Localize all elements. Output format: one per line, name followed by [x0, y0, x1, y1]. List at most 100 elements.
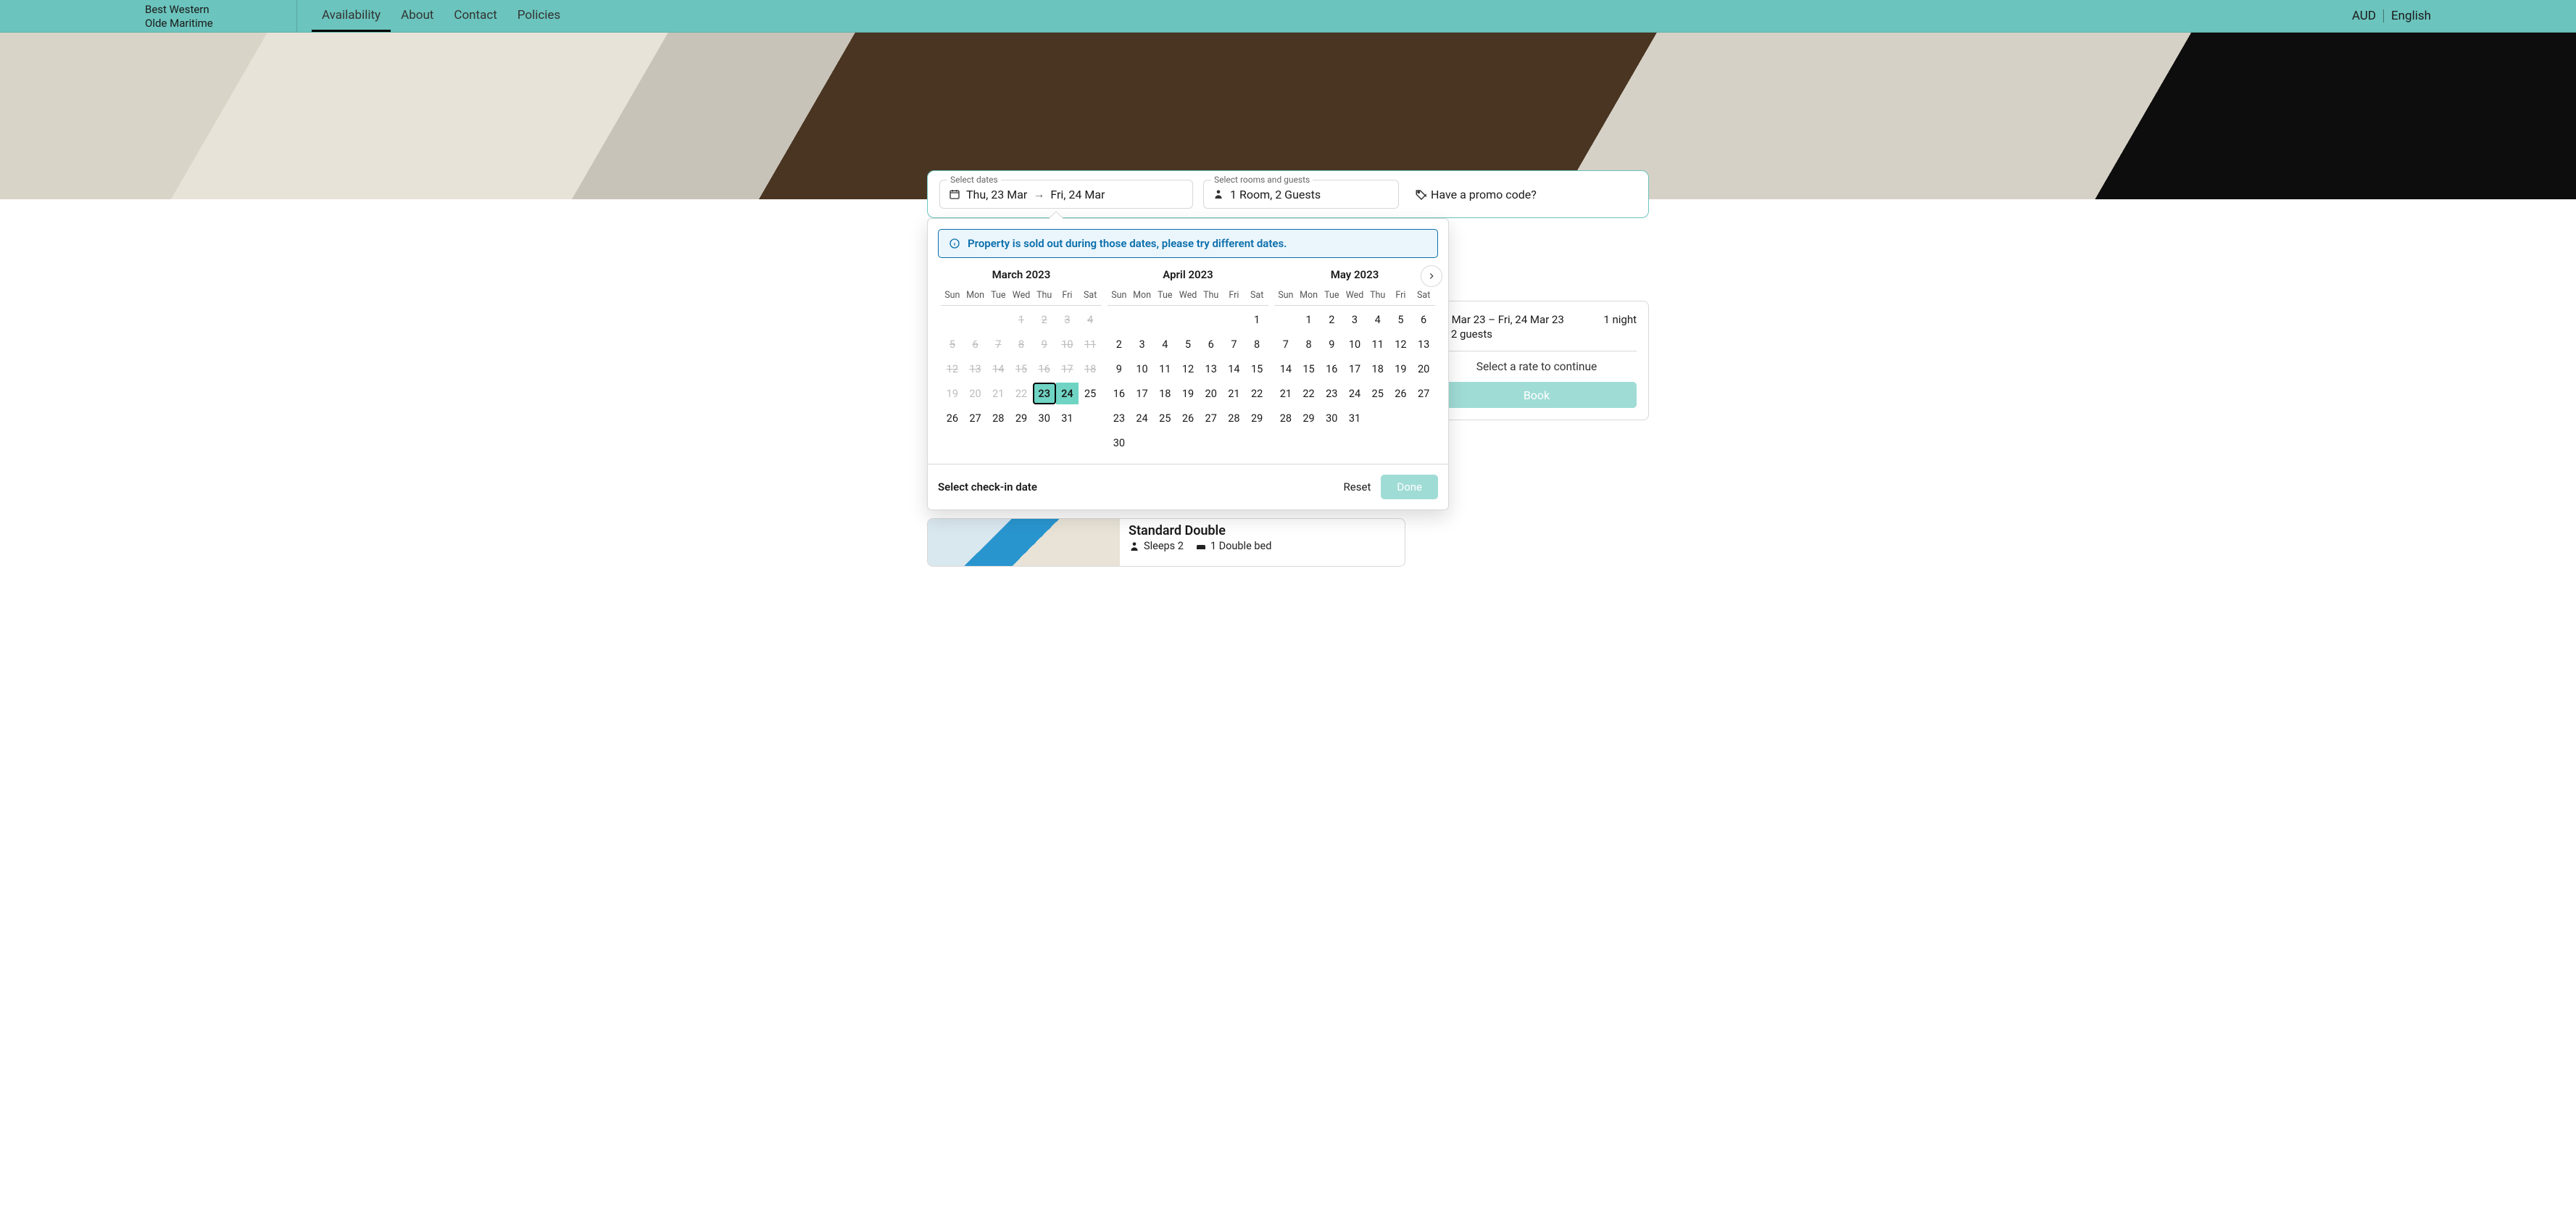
promo-link[interactable]: Have a promo code?	[1415, 188, 1537, 201]
day-14[interactable]: 14	[1274, 358, 1297, 380]
room-card[interactable]: Standard Double Sleeps 2 1 Double bed	[927, 518, 1405, 567]
day-28[interactable]: 28	[1223, 407, 1246, 429]
day-17[interactable]: 17	[1343, 358, 1366, 380]
day-25[interactable]: 25	[1079, 383, 1102, 404]
dow-label: Sun	[1108, 290, 1131, 301]
day-16[interactable]: 16	[1320, 358, 1343, 380]
day-19[interactable]: 19	[941, 383, 964, 404]
day-5: 5	[941, 333, 964, 355]
day-6[interactable]: 6	[1412, 309, 1435, 330]
day-22[interactable]: 22	[1010, 383, 1033, 404]
day-19[interactable]: 19	[1176, 383, 1200, 404]
day-5[interactable]: 5	[1176, 333, 1200, 355]
day-28[interactable]: 28	[986, 407, 1010, 429]
rooms-field[interactable]: Select rooms and guests 1 Room, 2 Guests	[1203, 180, 1399, 209]
day-18[interactable]: 18	[1153, 383, 1176, 404]
dow-label: Tue	[986, 290, 1010, 301]
day-30[interactable]: 30	[1108, 432, 1131, 454]
day-24[interactable]: 24	[1131, 407, 1154, 429]
room-image	[928, 519, 1120, 566]
day-19[interactable]: 19	[1389, 358, 1413, 380]
day-2[interactable]: 2	[1320, 309, 1343, 330]
day-6[interactable]: 6	[1200, 333, 1223, 355]
next-month-button[interactable]	[1421, 265, 1442, 287]
day-1[interactable]: 1	[1297, 309, 1321, 330]
dow-label: Sun	[1274, 290, 1297, 301]
dow-label: Fri	[1389, 290, 1413, 301]
day-29[interactable]: 29	[1010, 407, 1033, 429]
day-3[interactable]: 3	[1343, 309, 1366, 330]
tab-contact[interactable]: Contact	[444, 0, 507, 32]
day-1[interactable]: 1	[1245, 309, 1268, 330]
day-2[interactable]: 2	[1108, 333, 1131, 355]
day-27[interactable]: 27	[1412, 383, 1435, 404]
currency-selector[interactable]: AUD	[2352, 9, 2376, 23]
day-13[interactable]: 13	[1412, 333, 1435, 355]
day-26[interactable]: 26	[1176, 407, 1200, 429]
day-10[interactable]: 10	[1343, 333, 1366, 355]
day-20[interactable]: 20	[1412, 358, 1435, 380]
day-15[interactable]: 15	[1245, 358, 1268, 380]
day-4[interactable]: 4	[1366, 309, 1389, 330]
day-31[interactable]: 31	[1343, 407, 1366, 429]
day-25[interactable]: 25	[1153, 407, 1176, 429]
day-3[interactable]: 3	[1131, 333, 1154, 355]
day-21[interactable]: 21	[1274, 383, 1297, 404]
day-27[interactable]: 27	[964, 407, 987, 429]
day-24[interactable]: 24	[1056, 383, 1079, 404]
day-9[interactable]: 9	[1108, 358, 1131, 380]
day-14[interactable]: 14	[1223, 358, 1246, 380]
dow-label: Tue	[1320, 290, 1343, 301]
day-24[interactable]: 24	[1343, 383, 1366, 404]
day-30[interactable]: 30	[1033, 407, 1056, 429]
tab-about[interactable]: About	[391, 0, 444, 32]
day-30[interactable]: 30	[1320, 407, 1343, 429]
day-7[interactable]: 7	[1223, 333, 1246, 355]
day-22[interactable]: 22	[1245, 383, 1268, 404]
day-10[interactable]: 10	[1131, 358, 1154, 380]
day-22[interactable]: 22	[1297, 383, 1321, 404]
day-28[interactable]: 28	[1274, 407, 1297, 429]
day-29[interactable]: 29	[1245, 407, 1268, 429]
day-15[interactable]: 15	[1297, 358, 1321, 380]
day-8[interactable]: 8	[1245, 333, 1268, 355]
day-4[interactable]: 4	[1153, 333, 1176, 355]
day-26[interactable]: 26	[941, 407, 964, 429]
language-selector[interactable]: English	[2391, 9, 2431, 23]
day-11[interactable]: 11	[1153, 358, 1176, 380]
day-8[interactable]: 8	[1297, 333, 1321, 355]
day-11[interactable]: 11	[1366, 333, 1389, 355]
day-26[interactable]: 26	[1389, 383, 1413, 404]
day-31[interactable]: 31	[1056, 407, 1079, 429]
day-20[interactable]: 20	[964, 383, 987, 404]
room-title: Standard Double	[1129, 523, 1271, 538]
tab-policies[interactable]: Policies	[507, 0, 570, 32]
week-row: 1234	[941, 309, 1102, 330]
day-9[interactable]: 9	[1320, 333, 1343, 355]
day-20[interactable]: 20	[1200, 383, 1223, 404]
day-21[interactable]: 21	[986, 383, 1010, 404]
day-23[interactable]: 23	[1108, 407, 1131, 429]
day-23[interactable]: 23	[1320, 383, 1343, 404]
day-29[interactable]: 29	[1297, 407, 1321, 429]
reset-button[interactable]: Reset	[1344, 480, 1371, 493]
day-12[interactable]: 12	[1176, 358, 1200, 380]
day-16[interactable]: 16	[1108, 383, 1131, 404]
day-12[interactable]: 12	[1389, 333, 1413, 355]
tab-availability[interactable]: Availability	[312, 0, 391, 32]
day-13[interactable]: 13	[1200, 358, 1223, 380]
day-5[interactable]: 5	[1389, 309, 1413, 330]
done-button[interactable]: Done	[1381, 475, 1438, 499]
day-27[interactable]: 27	[1200, 407, 1223, 429]
day-18[interactable]: 18	[1366, 358, 1389, 380]
day-17[interactable]: 17	[1131, 383, 1154, 404]
book-button[interactable]: Book	[1437, 382, 1637, 408]
day-7[interactable]: 7	[1274, 333, 1297, 355]
arrow-right-icon: →	[1033, 187, 1044, 201]
dates-field[interactable]: Select dates Thu, 23 Mar → Fri, 24 Mar	[939, 180, 1193, 209]
day-21[interactable]: 21	[1223, 383, 1246, 404]
day-empty	[1131, 432, 1154, 454]
day-23[interactable]: 23	[1033, 383, 1056, 404]
day-25[interactable]: 25	[1366, 383, 1389, 404]
dow-label: Wed	[1343, 290, 1366, 301]
